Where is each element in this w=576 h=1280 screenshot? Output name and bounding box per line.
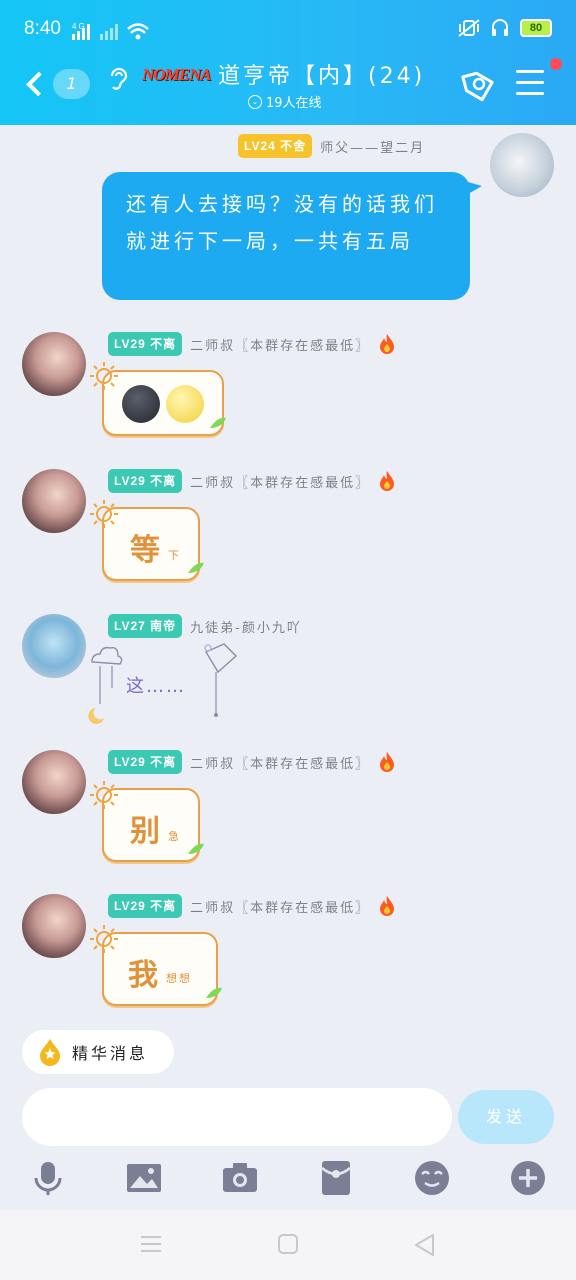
level-badge: LV24 不舍 [238, 134, 313, 158]
sticker-subtext: 想想 [166, 972, 192, 985]
sun-icon [90, 500, 118, 528]
menu-button[interactable] [516, 70, 546, 98]
online-count[interactable]: ⌄ 19人在线 [248, 92, 322, 111]
sticker-text: 这…… [126, 676, 186, 697]
red-packet-icon[interactable] [316, 1158, 356, 1198]
chevron-left-icon [26, 71, 51, 97]
online-text: 19人在线 [266, 96, 322, 111]
sender-info: LV29 不离 二师叔〖本群存在感最低〗 [108, 750, 396, 774]
group-logo: NOMENA [142, 65, 212, 84]
headphone-icon [492, 19, 508, 36]
sender-info: LV29 不离 二师叔〖本群存在感最低〗 [108, 894, 396, 918]
level-badge: LV29 不离 [108, 332, 183, 356]
avatar[interactable] [22, 332, 86, 396]
sticker-text: 等 [130, 533, 160, 568]
group-task-icon[interactable] [455, 66, 495, 102]
level-badge: LV29 不离 [108, 469, 183, 493]
signal-icon: 4G [72, 20, 152, 46]
fire-icon [380, 334, 395, 354]
sender-nickname: 师父——望二月 [320, 140, 426, 156]
sticker-text: 别 [130, 814, 160, 849]
essence-icon [40, 1039, 60, 1066]
level-badge: LV29 不离 [108, 750, 183, 774]
input-toolbar [0, 1154, 576, 1204]
sender-info: LV24 不舍 师父——望二月 [238, 134, 425, 158]
sender-info: LV27 南帝 九徒弟-颜小九吖 [108, 614, 302, 638]
chat-header: 8:40 4G 80 1 NOMENA 道亨帝【内】(24) ⌄ 19人在线 [0, 0, 576, 125]
avatar[interactable] [22, 894, 86, 958]
message-input[interactable] [22, 1088, 452, 1146]
essence-label: 精华消息 [72, 1044, 149, 1063]
chevron-down-icon: ⌄ [248, 94, 262, 109]
avatar[interactable] [22, 469, 86, 533]
status-time: 8:40 [24, 18, 61, 39]
fire-icon [380, 896, 395, 916]
sun-icon [90, 925, 118, 953]
emoji-icon[interactable] [412, 1158, 452, 1198]
sender-nickname: 二师叔〖本群存在感最低〗 [190, 338, 371, 354]
sun-icon [90, 362, 118, 390]
mic-icon[interactable] [28, 1158, 68, 1198]
menu-nav-button[interactable] [140, 1234, 162, 1254]
fire-icon [380, 752, 395, 772]
essence-messages-button[interactable]: 精华消息 [22, 1030, 174, 1074]
level-badge: LV29 不离 [108, 894, 183, 918]
plus-icon[interactable] [508, 1158, 548, 1198]
ear-icon[interactable] [108, 66, 130, 92]
avatar[interactable] [22, 750, 86, 814]
sender-nickname: 九徒弟-颜小九吖 [190, 620, 302, 636]
message-bubble[interactable]: 还有人去接吗？没有的话我们就进行下一局，一共有五局 [102, 172, 470, 300]
sender-info: LV29 不离 二师叔〖本群存在感最低〗 [108, 332, 396, 356]
group-title[interactable]: 道亨帝【内】(24) [218, 58, 425, 90]
unread-count: 1 [52, 69, 90, 99]
sticker-bubble[interactable] [102, 370, 226, 436]
image-icon[interactable] [124, 1158, 164, 1198]
sender-nickname: 二师叔〖本群存在感最低〗 [190, 756, 371, 772]
sticker-text: 我 [128, 958, 158, 993]
vibrate-icon [458, 19, 480, 37]
back-nav-button[interactable] [414, 1234, 434, 1256]
sun-face-emoji [166, 385, 204, 423]
home-nav-button[interactable] [278, 1234, 298, 1254]
level-badge: LV27 南帝 [108, 614, 183, 638]
send-button[interactable]: 发送 [458, 1090, 554, 1144]
avatar[interactable] [490, 133, 554, 197]
avatar[interactable] [22, 614, 86, 678]
sun-icon [90, 781, 118, 809]
battery-icon: 80 [520, 19, 552, 37]
sender-info: LV29 不离 二师叔〖本群存在感最低〗 [108, 469, 396, 493]
sticker-subtext: 急 [168, 830, 179, 843]
sender-nickname: 二师叔〖本群存在感最低〗 [190, 900, 371, 916]
back-button[interactable]: 1 [20, 66, 90, 102]
status-bar: 8:40 4G 80 [0, 12, 576, 46]
new-moon-emoji [122, 385, 160, 423]
system-nav-bar [0, 1210, 576, 1280]
notification-dot [550, 58, 562, 70]
camera-icon[interactable] [220, 1158, 260, 1198]
fire-icon [380, 471, 395, 491]
sender-nickname: 二师叔〖本群存在感最低〗 [190, 475, 371, 491]
sticker-subtext: 下 [168, 549, 179, 562]
